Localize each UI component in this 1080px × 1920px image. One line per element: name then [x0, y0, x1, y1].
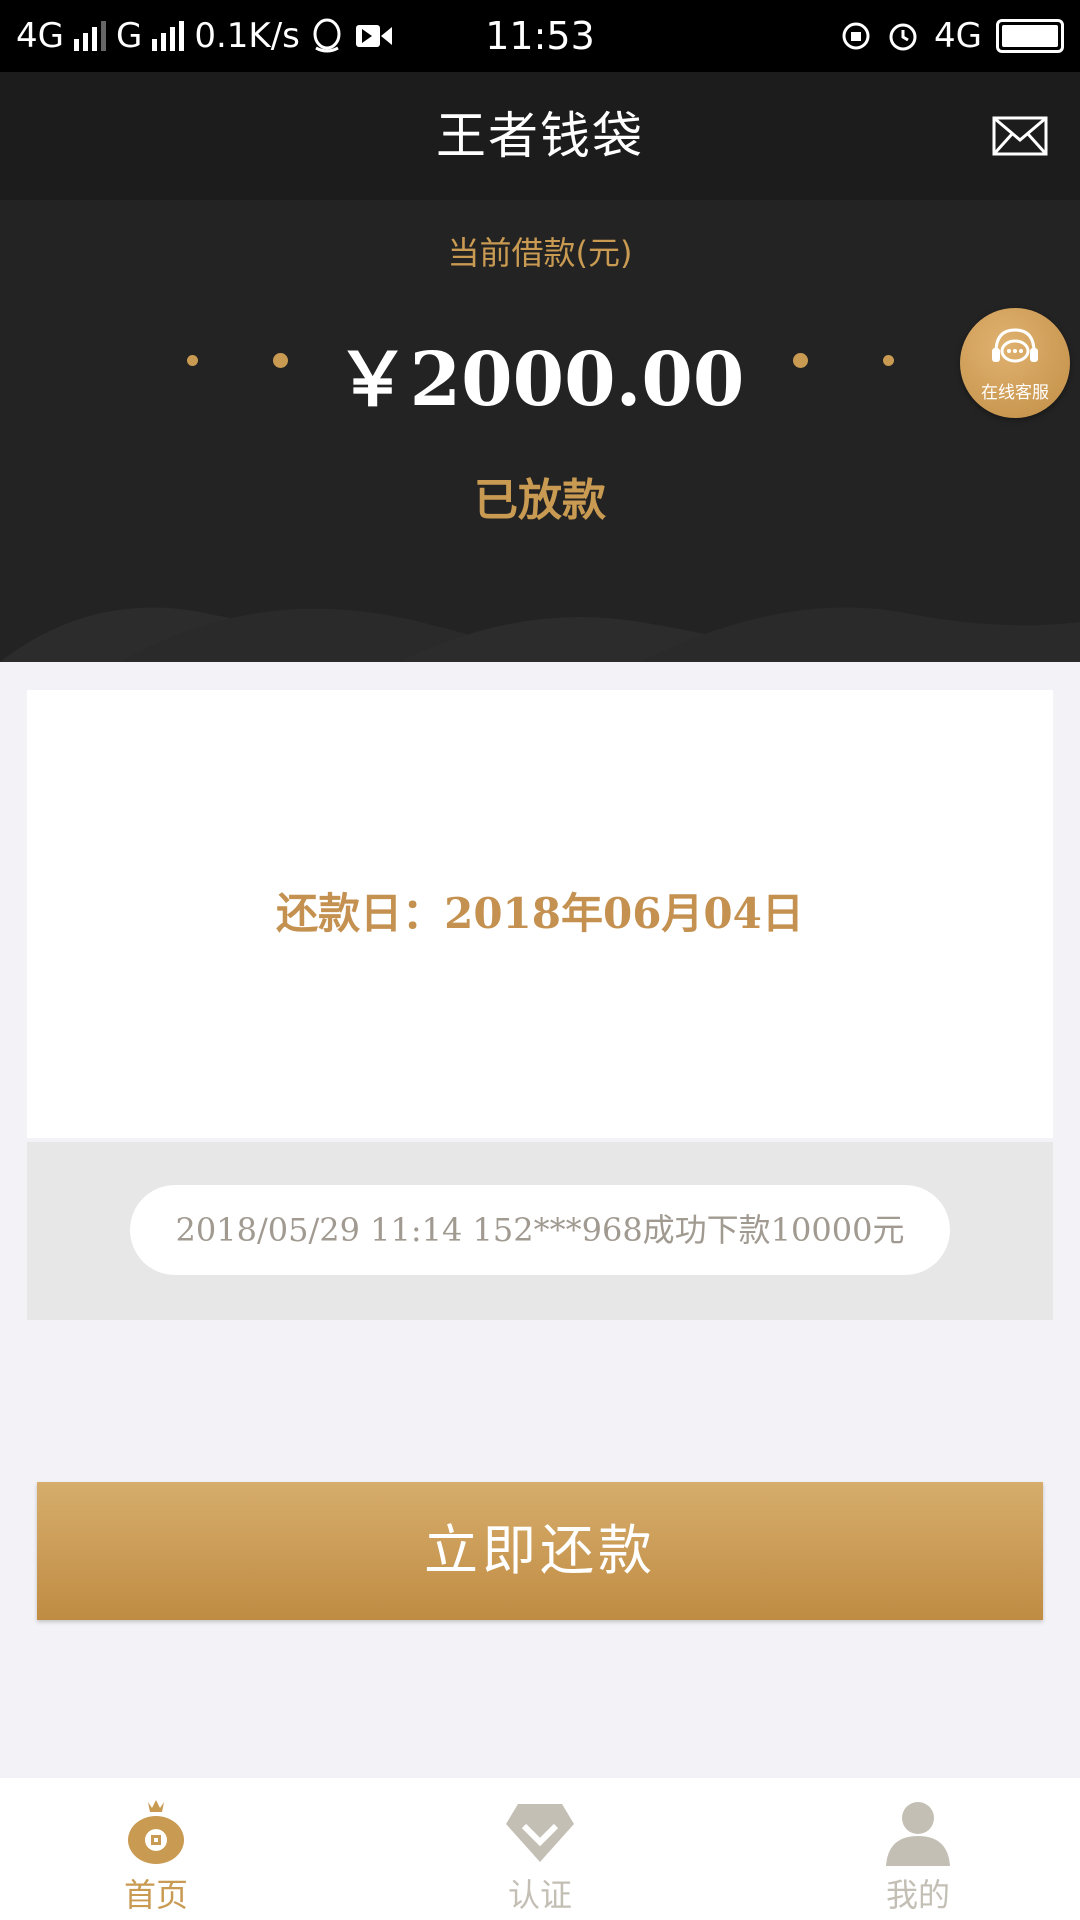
title-bar: 王者钱袋: [0, 72, 1080, 200]
loan-amount: ￥2000.00: [335, 337, 745, 423]
tab-mine[interactable]: 我的: [818, 1778, 1018, 1920]
repayment-card: 还款日：2018年06月04日: [27, 690, 1053, 1138]
alarm-icon: [889, 23, 917, 51]
loan-status: 已放款: [474, 475, 606, 526]
network-type-3: 4G: [934, 16, 982, 56]
online-service-button[interactable]: 在线客服: [960, 308, 1070, 418]
loan-summary: 当前借款(元) ￥2000.00 已放款: [0, 200, 1080, 662]
status-bar: 4G G 0.1K/s 11:53 4G: [0, 0, 1080, 72]
tab-verify[interactable]: 认证: [440, 1778, 640, 1920]
tab-home-label: 首页: [123, 1876, 188, 1914]
loan-label: 当前借款(元): [447, 234, 633, 272]
user-icon: [886, 1802, 950, 1866]
tab-bar: 首页 认证 我的: [0, 1778, 1080, 1920]
tab-verify-label: 认证: [507, 1876, 572, 1914]
wave-decoration: [0, 607, 1080, 662]
rotation-lock-icon: [842, 22, 870, 50]
headset-chat-icon: [992, 328, 1038, 363]
decor-dot: [883, 355, 894, 366]
status-right: 4G: [840, 0, 1064, 72]
page-title: 王者钱袋: [436, 107, 644, 165]
money-bag-icon: [128, 1800, 184, 1864]
due-date: 还款日：2018年06月04日: [276, 889, 804, 938]
ticker-band: 2018/05/29 11:14 152***968成功下款10000元: [27, 1142, 1053, 1320]
repay-now-button[interactable]: 立即还款: [37, 1482, 1043, 1620]
diamond-icon: [506, 1804, 574, 1862]
online-service-label: 在线客服: [981, 383, 1049, 403]
decor-dot: [793, 353, 808, 368]
tab-mine-label: 我的: [885, 1876, 950, 1914]
envelope-icon[interactable]: [992, 116, 1048, 156]
loan-ticker: 2018/05/29 11:14 152***968成功下款10000元: [130, 1185, 950, 1275]
battery-icon: [996, 19, 1064, 53]
tab-home[interactable]: 首页: [56, 1778, 256, 1920]
